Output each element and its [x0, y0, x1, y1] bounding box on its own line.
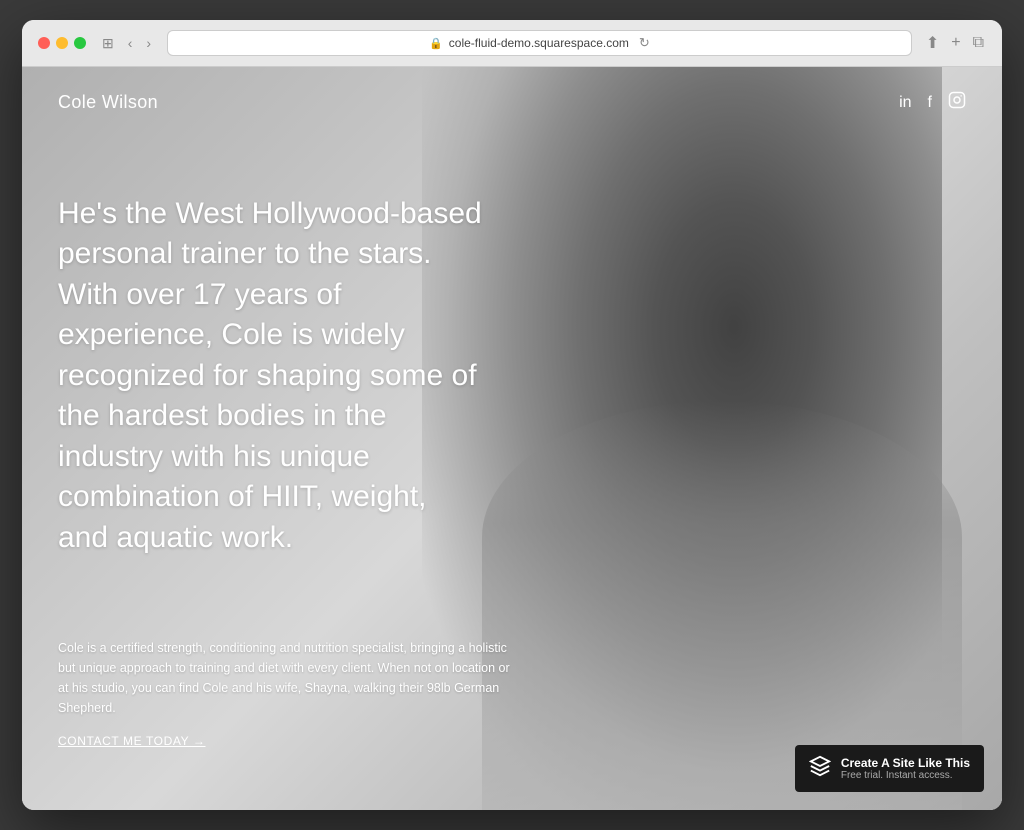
new-tab-button[interactable]: +	[949, 32, 962, 54]
browser-window: ⊞ ‹ › 🔒 cole-fluid-demo.squarespace.com …	[22, 20, 1002, 810]
browser-controls: ⊞ ‹ ›	[98, 33, 155, 54]
badge-subtitle: Free trial. Instant access.	[841, 770, 970, 781]
refresh-icon[interactable]: ↻	[639, 35, 650, 51]
squarespace-badge[interactable]: Create A Site Like This Free trial. Inst…	[795, 745, 984, 792]
site-content: Cole Wilson in f He's the West Hollywood…	[22, 67, 1002, 810]
instagram-icon[interactable]	[948, 91, 966, 114]
hero-text-container: He's the West Hollywood-based personal t…	[58, 194, 482, 591]
share-button[interactable]: ⬆	[924, 31, 941, 55]
address-bar[interactable]: 🔒 cole-fluid-demo.squarespace.com ↻	[167, 30, 912, 56]
hero-headline: He's the West Hollywood-based personal t…	[58, 194, 482, 559]
url-text: cole-fluid-demo.squarespace.com	[449, 36, 629, 50]
contact-cta-link[interactable]: CONTACT ME TODAY →	[58, 734, 206, 748]
lock-icon: 🔒	[429, 37, 443, 50]
badge-title: Create A Site Like This	[841, 756, 970, 770]
close-button[interactable]	[38, 37, 50, 49]
hero-description-container: Cole is a certified strength, conditioni…	[58, 638, 512, 750]
browser-chrome: ⊞ ‹ › 🔒 cole-fluid-demo.squarespace.com …	[22, 20, 1002, 67]
maximize-button[interactable]	[74, 37, 86, 49]
minimize-button[interactable]	[56, 37, 68, 49]
traffic-lights	[38, 37, 86, 49]
social-icons: in f	[899, 91, 966, 114]
linkedin-icon[interactable]: in	[899, 94, 911, 112]
browser-actions: ⬆ + ⧉	[924, 31, 986, 55]
squarespace-badge-text: Create A Site Like This Free trial. Inst…	[841, 756, 970, 781]
back-button[interactable]: ‹	[124, 33, 137, 53]
site-navigation: Cole Wilson in f	[22, 67, 1002, 138]
forward-button[interactable]: ›	[142, 33, 155, 53]
windows-button[interactable]: ⧉	[971, 32, 986, 54]
squarespace-badge-icon	[809, 755, 831, 782]
site-logo[interactable]: Cole Wilson	[58, 92, 158, 113]
window-ctrl-icon[interactable]: ⊞	[98, 33, 118, 54]
hero-description: Cole is a certified strength, conditioni…	[58, 638, 512, 718]
facebook-icon[interactable]: f	[928, 94, 932, 112]
